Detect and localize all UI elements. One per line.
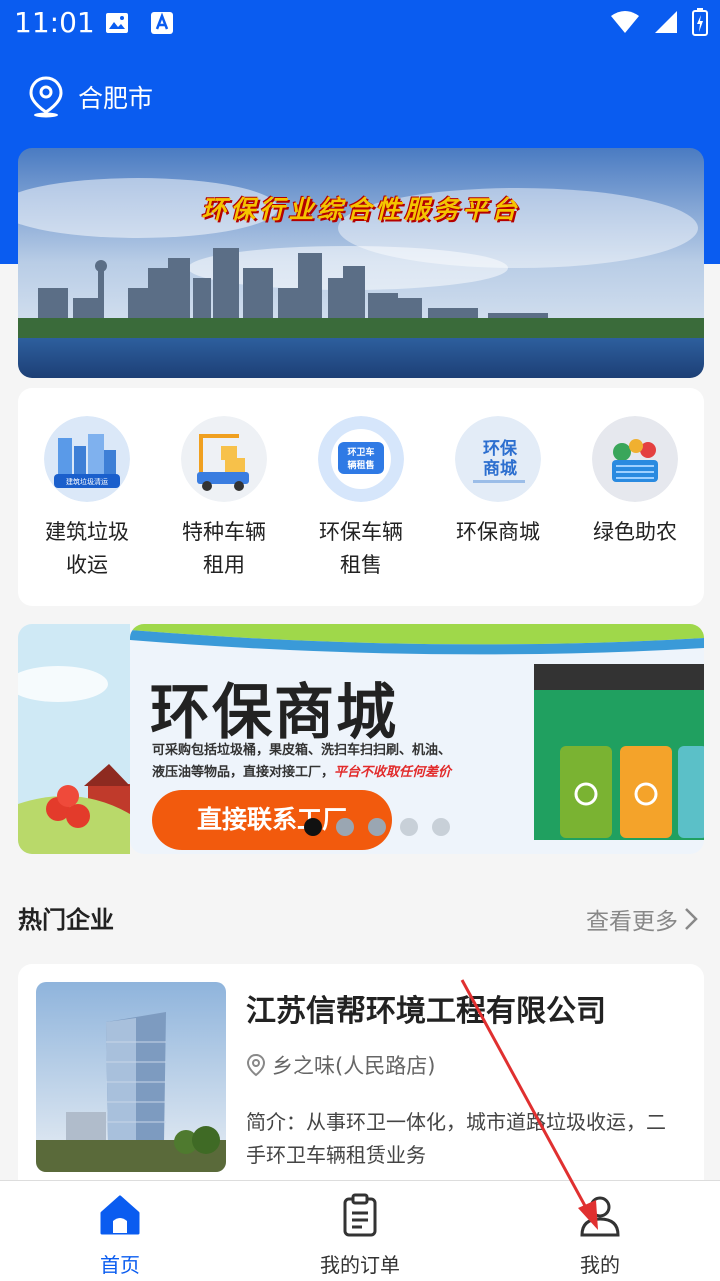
status-bar: 11:01 <box>0 0 720 48</box>
clipboard-icon <box>343 1193 377 1237</box>
company-name: 江苏信帮环境工程有限公司 <box>246 994 606 1029</box>
location-pin-icon <box>29 76 63 118</box>
carousel-dot[interactable] <box>368 818 386 836</box>
carousel-dot[interactable] <box>304 818 322 836</box>
promo-title: 环保商城 <box>150 678 398 748</box>
promo-desc-line2: 液压油等物品，直接对接工厂， <box>152 765 335 780</box>
menu-label-line1: 环保商城 <box>456 520 540 544</box>
person-icon <box>580 1196 620 1237</box>
wifi-icon <box>611 11 639 33</box>
location-selector[interactable]: 合肥市 <box>28 76 153 118</box>
menu-label-line1: 绿色助农 <box>593 520 677 544</box>
signal-icon <box>655 11 677 33</box>
menu-label-line1: 环保车辆 <box>319 520 403 544</box>
chevron-right-icon <box>685 908 698 930</box>
menu-item-special-vehicle[interactable]: 特种车辆 租用 <box>159 416 289 582</box>
status-time: 11:01 <box>14 6 95 39</box>
tab-home[interactable]: 首页 <box>40 1193 200 1278</box>
menu-label-line1: 建筑垃圾 <box>45 520 129 544</box>
view-more-label: 查看更多 <box>586 909 678 935</box>
city-skyline-image <box>18 148 704 378</box>
eco-mall-icon-text-2: 商城 <box>483 458 517 479</box>
promo-previous-slide[interactable] <box>18 624 130 854</box>
hot-companies-title: 热门企业 <box>18 906 114 934</box>
banner-title: 环保行业综合性服务平台 <box>201 195 521 224</box>
location-pin-icon <box>246 1053 266 1077</box>
gallery-icon <box>106 13 128 33</box>
construction-waste-icon-text: 建筑垃圾清运 <box>66 477 108 486</box>
eco-mall-icon-text-1: 环保 <box>483 438 518 459</box>
promo-desc-line1: 可采购包括垃圾桶，果皮箱、洗扫车扫扫刷、机油、 <box>152 743 452 758</box>
menu-item-eco-vehicle-sale[interactable]: 环卫车 辆租售 环保车辆 租售 <box>296 416 426 582</box>
view-more-link[interactable]: 查看更多 <box>586 902 698 936</box>
company-address-text: 乡之味(人民路店) <box>272 1054 436 1078</box>
menu-label-line2: 租售 <box>340 553 382 577</box>
carousel-indicator <box>304 818 450 836</box>
tab-my-orders-label: 我的订单 <box>320 1253 400 1277</box>
bottom-tab-bar: 首页 我的订单 我的 <box>0 1180 720 1281</box>
company-building-image <box>36 982 226 1172</box>
battery-icon <box>692 8 708 36</box>
carousel-dot[interactable] <box>336 818 354 836</box>
service-menu: 建筑垃圾清运 建筑垃圾 收运 特种车辆 租用 环卫车 辆租售 环保车辆 租售 环保… <box>18 388 704 606</box>
company-description: 简介：从事环卫一体化，城市道路垃圾收运，二手环卫车辆租赁业务 <box>246 1110 666 1167</box>
promo-description: 可采购包括垃圾桶，果皮箱、洗扫车扫扫刷、机油、 液压油等物品，直接对接工厂，平台… <box>152 740 512 784</box>
tab-mine-label: 我的 <box>580 1253 620 1277</box>
company-card[interactable]: 江苏信帮环境工程有限公司 乡之味(人民路店) 简介：从事环卫一体化，城市道路垃圾… <box>18 964 704 1204</box>
eco-vehicle-icon-text-1: 环卫车 <box>347 446 374 458</box>
menu-label-line2: 租用 <box>203 553 245 577</box>
menu-item-eco-mall[interactable]: 环保 商城 环保商城 <box>433 416 563 549</box>
tab-mine[interactable]: 我的 <box>520 1193 680 1278</box>
carousel-dot[interactable] <box>400 818 418 836</box>
company-address: 乡之味(人民路店) <box>246 1050 435 1080</box>
promo-desc-highlight: 平台不收取任何差价 <box>334 765 452 780</box>
eco-vehicle-icon: 环卫车 辆租售 <box>318 416 404 502</box>
eco-vehicle-icon-text-2: 辆租售 <box>347 459 374 471</box>
tab-my-orders[interactable]: 我的订单 <box>280 1193 440 1278</box>
top-banner[interactable]: 环保行业综合性服务平台 <box>18 148 704 378</box>
special-vehicle-icon <box>181 416 267 502</box>
menu-label-line2: 收运 <box>66 553 108 577</box>
construction-waste-icon: 建筑垃圾清运 <box>44 416 130 502</box>
farm-illustration <box>18 624 130 854</box>
notification-a-icon <box>151 12 173 34</box>
carousel-dot[interactable] <box>432 818 450 836</box>
home-icon <box>100 1195 140 1235</box>
menu-label-line1: 特种车辆 <box>182 520 266 544</box>
eco-mall-icon: 环保 商城 <box>455 416 541 502</box>
tab-home-label: 首页 <box>100 1253 140 1277</box>
menu-item-green-agri[interactable]: 绿色助农 <box>570 416 700 549</box>
city-name: 合肥市 <box>78 84 154 113</box>
vegetable-basket-icon <box>592 416 678 502</box>
menu-item-construction-waste[interactable]: 建筑垃圾清运 建筑垃圾 收运 <box>22 416 152 582</box>
